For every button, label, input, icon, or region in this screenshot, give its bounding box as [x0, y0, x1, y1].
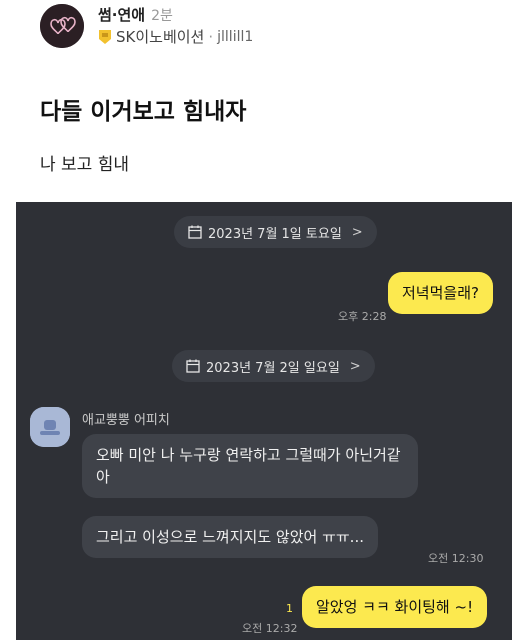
- company-badge-icon: [99, 29, 111, 44]
- my-message-1: 저녁먹을래?: [388, 272, 493, 314]
- friend-avatar[interactable]: [30, 407, 70, 447]
- post-title: 다들 이거보고 힘내자: [40, 99, 247, 125]
- message-time-3: 오전 12:32: [242, 622, 298, 635]
- author-avatar[interactable]: [40, 4, 84, 48]
- calendar-icon: [188, 225, 202, 239]
- calendar-icon: [186, 359, 200, 373]
- message-time-2: 오전 12:30: [428, 552, 484, 565]
- author-row: SK이노베이션 · jlllill1: [98, 26, 253, 47]
- category-label[interactable]: 썸·연애: [98, 6, 145, 24]
- chevron-right-icon: >: [351, 224, 363, 240]
- post-body: 나 보고 힘내: [40, 155, 130, 175]
- their-message-2: 그리고 이성으로 느껴지지도 않았어 ㅠㅠ...: [82, 516, 378, 558]
- category-row: 썸·연애 2분: [98, 4, 173, 25]
- default-profile-icon: [30, 407, 70, 447]
- post-header: 썸·연애 2분 SK이노베이션 · jlllill1: [40, 4, 500, 48]
- author-nickname[interactable]: jlllill1: [217, 29, 253, 45]
- date-divider-2: 2023년 7월 2일 일요일 >: [172, 350, 375, 382]
- separator: ·: [208, 27, 214, 46]
- chevron-right-icon: >: [349, 358, 361, 374]
- hearts-icon: [40, 4, 84, 48]
- post-time: 2분: [151, 8, 173, 24]
- chat-screenshot: 2023년 7월 1일 토요일 > 저녁먹을래? 오후 2:28 2023년 7…: [16, 202, 512, 640]
- date-text-1: 2023년 7월 1일 토요일: [208, 226, 342, 242]
- my-message-2: 알았엉 ㅋㅋ 화이팅해 ~!: [302, 586, 488, 628]
- their-message-1: 오빠 미안 나 누구랑 연락하고 그럴때가 아닌거같아: [82, 434, 418, 498]
- date-text-2: 2023년 7월 2일 일요일: [206, 360, 340, 376]
- company-name: SK이노베이션: [116, 28, 205, 46]
- friend-name: 애교뿡뿡 어피치: [82, 413, 170, 428]
- date-divider-1: 2023년 7월 1일 토요일 >: [174, 216, 377, 248]
- message-time-1: 오후 2:28: [338, 310, 387, 323]
- unread-count: 1: [286, 602, 293, 615]
